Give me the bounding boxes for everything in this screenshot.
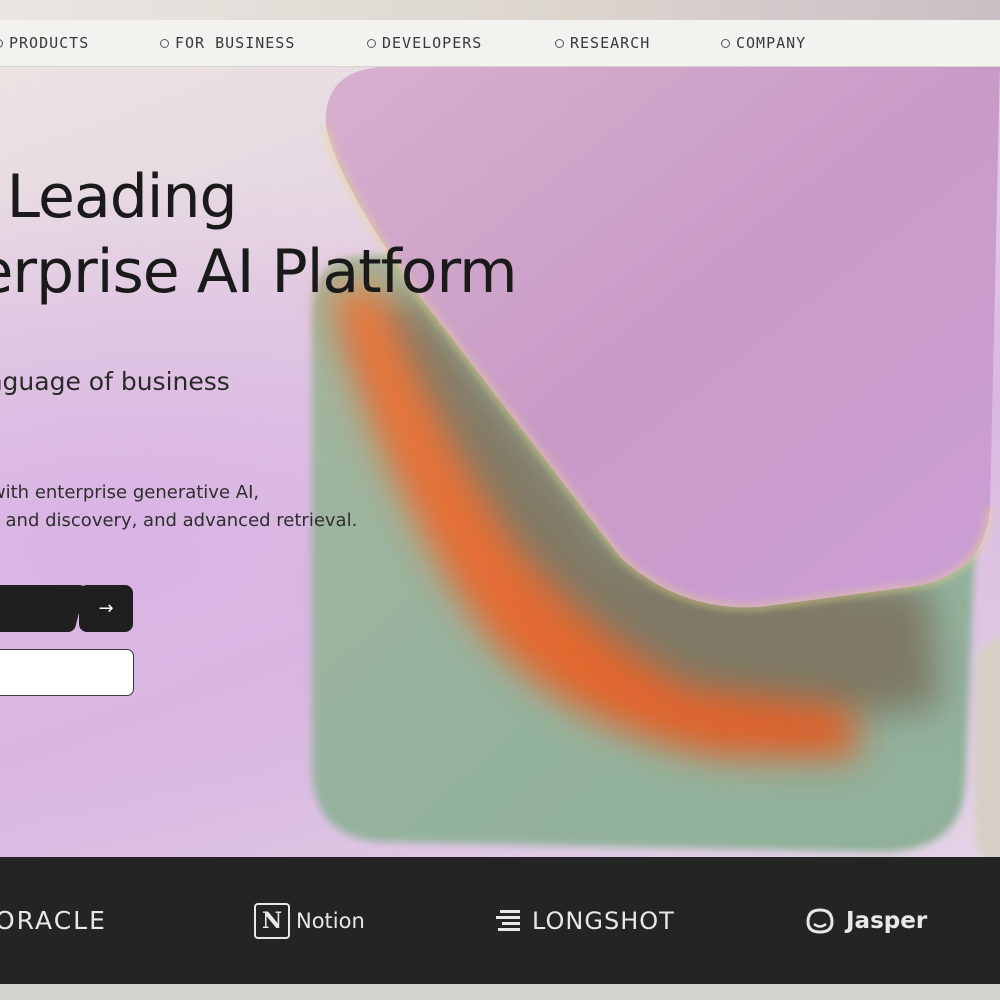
nav-item-products[interactable]: PRODUCTS — [0, 20, 89, 66]
top-background-strip — [0, 0, 1000, 20]
oracle-logo-text: ORACLE — [0, 906, 107, 935]
hero-description-line-1: Build with enterprise generative AI, — [0, 482, 260, 503]
customer-logo-bar: ORACLE N Notion LONGSHOT Jasper — [0, 857, 1000, 984]
nav-item-developers[interactable]: DEVELOPERS — [367, 20, 482, 66]
jasper-logo-text: Jasper — [846, 907, 928, 934]
hero-section: The Leading Enterprise AI Platform The l… — [0, 67, 1000, 857]
oracle-logo: ORACLE — [0, 857, 107, 984]
hero-headline-line-1: The Leading — [0, 162, 238, 232]
nav-label: FOR BUSINESS — [175, 34, 296, 52]
jasper-logo: Jasper — [802, 857, 927, 984]
nav-label: PRODUCTS — [9, 34, 90, 52]
hero-headline-line-2: Enterprise AI Platform — [0, 237, 518, 307]
circle-icon — [160, 38, 169, 48]
nav-item-for-business[interactable]: FOR BUSINESS — [160, 20, 295, 66]
longshot-logo: LONGSHOT — [494, 857, 675, 984]
nav-label: DEVELOPERS — [382, 34, 483, 52]
secondary-cta-button[interactable] — [0, 649, 134, 696]
nav-label: RESEARCH — [570, 34, 651, 52]
circle-icon — [555, 38, 564, 48]
arrow-right-icon: → — [98, 598, 114, 619]
hero-description-line-2: search and discovery, and advanced retri… — [0, 510, 358, 531]
hero-subhead: The language of business — [0, 367, 230, 396]
primary-cta-arrow-button[interactable]: → — [79, 585, 133, 632]
bottom-strip — [0, 984, 1000, 1000]
notion-logo-text: Notion — [296, 908, 365, 933]
jasper-icon — [806, 907, 834, 934]
notion-icon: N — [254, 902, 290, 939]
notion-logo: N Notion — [254, 857, 365, 984]
circle-icon — [721, 38, 730, 48]
longshot-logo-text: LONGSHOT — [532, 906, 675, 935]
nav-item-research[interactable]: RESEARCH — [555, 20, 650, 66]
pale-shape — [975, 637, 1000, 857]
circle-icon — [0, 38, 3, 48]
nav-item-company[interactable]: COMPANY — [721, 20, 806, 66]
primary-cta-button[interactable] — [0, 585, 86, 632]
circle-icon — [367, 38, 376, 48]
main-navigation: PRODUCTS FOR BUSINESS DEVELOPERS RESEARC… — [0, 20, 1000, 67]
longshot-icon — [496, 909, 520, 931]
nav-label: COMPANY — [736, 34, 807, 52]
